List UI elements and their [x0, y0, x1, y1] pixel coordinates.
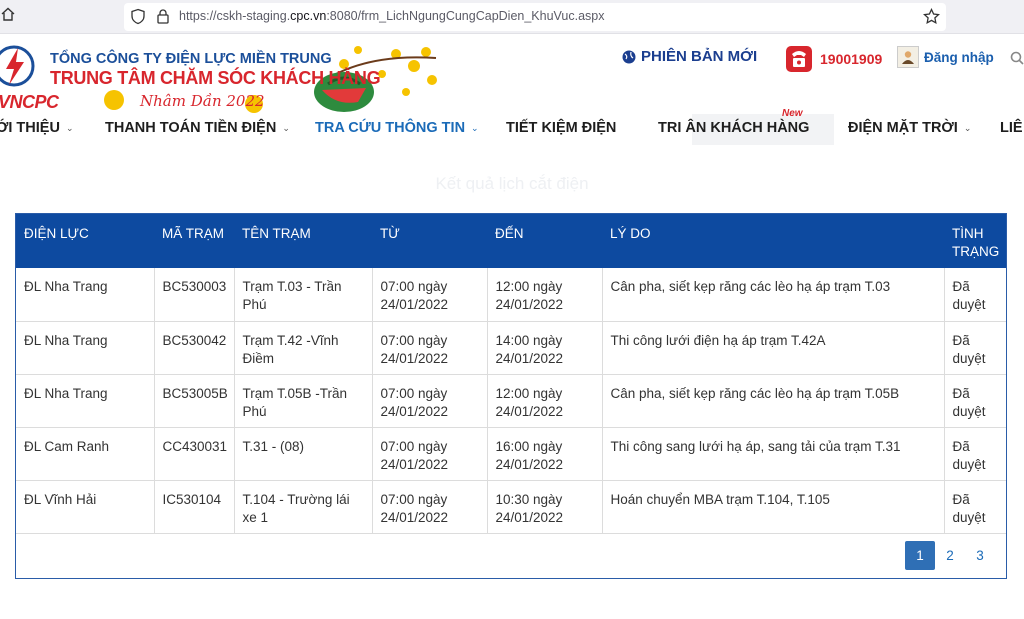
address-bar[interactable]: https://cskh-staging.cpc.vn:8080/frm_Lic… [124, 3, 946, 31]
table-cell: 07:00 ngày 24/01/2022 [372, 321, 488, 375]
table-cell: ĐL Nha Trang [16, 321, 155, 375]
table-cell: Đã duyệt [944, 268, 1006, 322]
nav-item-about[interactable]: ỚI THIỆU ⌄ [0, 120, 73, 136]
org-subtitle: TRUNG TÂM CHĂM SÓC KHÁCH HÀNG [50, 68, 381, 88]
globe-icon [622, 50, 636, 63]
table-cell: CC430031 [154, 427, 235, 481]
home-icon[interactable] [0, 6, 20, 28]
bookmark-star-icon[interactable] [923, 7, 940, 30]
table-cell: 10:30 ngày 24/01/2022 [487, 480, 603, 534]
table-row: ĐL Nha Trang BC530003 Trạm T.03 - Trần P… [16, 268, 1006, 322]
new-version-link[interactable]: PHIÊN BẢN MỚI [622, 48, 757, 65]
user-avatar-icon [897, 46, 919, 68]
table-cell: BC530042 [154, 321, 235, 375]
table-cell: BC530003 [154, 268, 235, 322]
site-header: VNCPC TỔNG CÔNG TY ĐIỆN LỰC MIỀN TRUNG T… [0, 34, 1024, 210]
table-row: ĐL Nha Trang BC53005B Trạm T.05B -Trần P… [16, 374, 1006, 428]
table-cell: ĐL Nha Trang [16, 374, 155, 428]
hotline-number: 19001909 [820, 51, 883, 67]
table-cell: 14:00 ngày 24/01/2022 [487, 321, 603, 375]
table-cell: Đã duyệt [944, 427, 1006, 481]
table-cell: Đã duyệt [944, 480, 1006, 534]
browser-toolbar: https://cskh-staging.cpc.vn:8080/frm_Lic… [0, 0, 1024, 34]
table-cell: T.31 - (08) [234, 427, 373, 481]
chevron-down-icon: ⌄ [282, 122, 290, 133]
table-cell: 07:00 ngày 24/01/2022 [372, 427, 488, 481]
phone-icon [786, 46, 812, 72]
table-cell: 07:00 ngày 24/01/2022 [372, 268, 488, 322]
page-button-3[interactable]: 3 [965, 541, 995, 570]
table-cell: 16:00 ngày 24/01/2022 [487, 427, 603, 481]
main-nav: ỚI THIỆU ⌄ THANH TOÁN TIỀN ĐIỆN ⌄ TRA CỨU … [0, 114, 1024, 146]
org-name: TỔNG CÔNG TY ĐIỆN LỰC MIỀN TRUNG [50, 51, 332, 67]
table-cell: Cân pha, siết kẹp răng các lèo hạ áp trạ… [602, 374, 945, 428]
page-title: Kết quả lịch cắt điện [435, 174, 589, 193]
table-cell: 12:00 ngày 24/01/2022 [487, 268, 603, 322]
table-cell: Hoán chuyển MBA trạm T.104, T.105 [602, 480, 945, 534]
nav-item-payment[interactable]: THANH TOÁN TIỀN ĐIỆN ⌄ [105, 120, 290, 136]
pagination: 1 2 3 [905, 541, 995, 570]
table-cell: Trạm T.42 -Vĩnh Điềm [234, 321, 373, 375]
nav-item-contact[interactable]: LIÊ [1000, 120, 1023, 136]
column-header: TÌNH TRẠNG [952, 226, 1000, 259]
url-text: https://cskh-staging.cpc.vn:8080/frm_Lic… [179, 9, 605, 23]
table-cell: Thi công sang lưới hạ áp, sang tải của t… [602, 427, 945, 481]
table-cell: Cân pha, siết kẹp răng các lèo hạ áp trạ… [602, 268, 945, 322]
table-cell: 07:00 ngày 24/01/2022 [372, 480, 488, 534]
column-header: LÝ DO [610, 226, 651, 241]
table-row: ĐL Vĩnh Hải IC530104 T.104 - Trường lái … [16, 480, 1006, 534]
login-label: Đăng nhập [924, 49, 994, 65]
column-header: MÃ TRẠM [162, 226, 225, 241]
table-cell: T.104 - Trường lái xe 1 [234, 480, 373, 534]
table-cell: Đã duyệt [944, 374, 1006, 428]
nav-item-saving[interactable]: TIẾT KIỆM ĐIỆN [506, 120, 616, 136]
new-badge: New [782, 108, 803, 119]
column-header: TỪ [380, 226, 400, 241]
lock-icon[interactable] [156, 8, 170, 30]
table-header-row: ĐIỆN LỰC MÃ TRẠM TÊN TRẠM TỪ ĐẾN LÝ DO T… [16, 214, 1006, 268]
table-cell: Thi công lưới điện hạ áp trạm T.42A [602, 321, 945, 375]
table-cell: 12:00 ngày 24/01/2022 [487, 374, 603, 428]
new-version-label: PHIÊN BẢN MỚI [641, 48, 758, 65]
nav-item-solar[interactable]: ĐIỆN MẶT TRỜI ⌄ [848, 120, 971, 136]
chevron-down-icon: ⌄ [471, 122, 479, 133]
table-row: ĐL Nha Trang BC530042 Trạm T.42 -Vĩnh Đi… [16, 321, 1006, 375]
login-link[interactable]: Đăng nhập [897, 46, 994, 68]
column-header: TÊN TRẠM [242, 226, 311, 241]
logo-text: VNCPC [0, 92, 59, 112]
table-cell: Trạm T.05B -Trần Phú [234, 374, 373, 428]
table-cell: ĐL Vĩnh Hải [16, 480, 155, 534]
table-cell: BC53005B [154, 374, 235, 428]
table-cell: ĐL Cam Ranh [16, 427, 155, 481]
hotline[interactable]: 19001909 [784, 43, 882, 75]
table-cell: ĐL Nha Trang [16, 268, 155, 322]
table-cell: Trạm T.03 - Trần Phú [234, 268, 373, 322]
tracking-shield-icon[interactable] [130, 8, 146, 30]
outage-results-panel: ĐIỆN LỰC MÃ TRẠM TÊN TRẠM TỪ ĐẾN LÝ DO T… [15, 213, 1007, 579]
page-button-2[interactable]: 2 [935, 541, 965, 570]
search-icon[interactable] [1010, 51, 1024, 70]
page-button-1[interactable]: 1 [905, 541, 935, 570]
nav-item-lookup[interactable]: TRA CỨU THÔNG TIN ⌄ [315, 120, 479, 136]
chevron-down-icon: ⌄ [65, 122, 74, 133]
column-header: ĐẾN [495, 226, 524, 241]
table-cell: IC530104 [154, 480, 235, 534]
nav-item-gratitude[interactable]: TRI ÂN KHÁCH HÀNG [658, 120, 809, 136]
evn-logo-icon[interactable] [0, 42, 38, 90]
column-header: ĐIỆN LỰC [24, 226, 89, 241]
table-cell: 07:00 ngày 24/01/2022 [372, 374, 488, 428]
chevron-down-icon: ⌄ [963, 122, 972, 133]
table-row: ĐL Cam Ranh CC430031 T.31 - (08) 07:00 n… [16, 427, 1006, 481]
table-cell: Đã duyệt [944, 321, 1006, 375]
tet-greeting: Nhâm Dần 2022 [140, 92, 265, 110]
outage-schedule-table: ĐIỆN LỰC MÃ TRẠM TÊN TRẠM TỪ ĐẾN LÝ DO T… [16, 214, 1006, 534]
